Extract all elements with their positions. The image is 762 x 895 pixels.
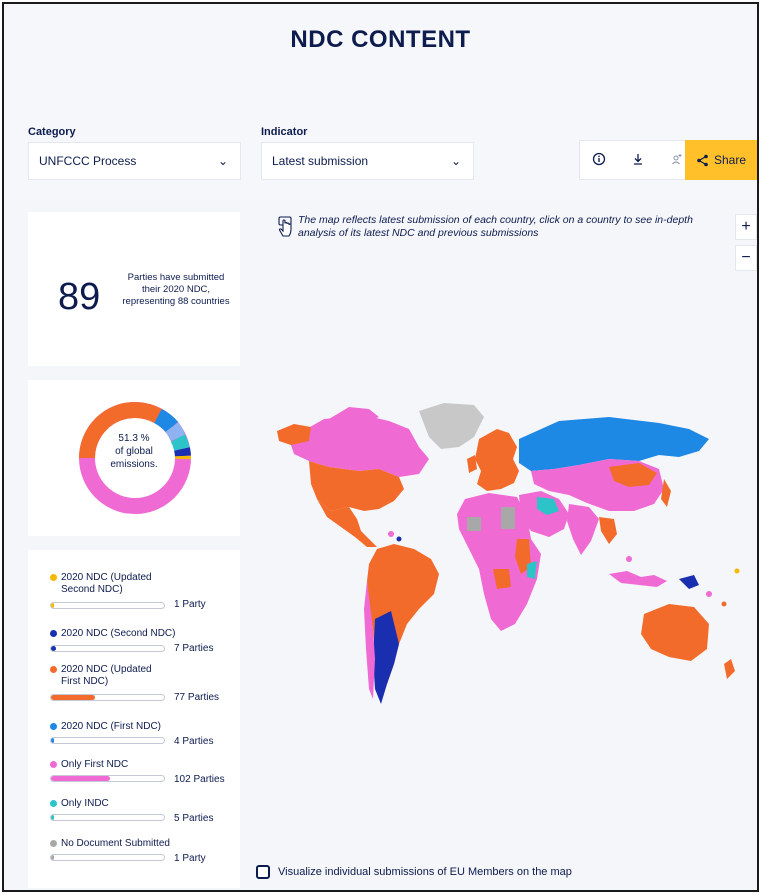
legend-count: 5 Parties (174, 813, 214, 824)
map-country-algeria[interactable] (467, 517, 481, 531)
legend-fill (51, 646, 56, 651)
indicator-value: Latest submission (272, 154, 369, 168)
legend-bar (50, 854, 165, 861)
map-country-europe[interactable] (475, 429, 519, 491)
category-label: Category (28, 126, 76, 138)
legend-item[interactable]: Only First NDC 102 Parties (50, 759, 240, 789)
map-country-caribbean-2[interactable] (396, 536, 402, 542)
map-country-pacific-island-2[interactable] (721, 601, 727, 607)
category-value: UNFCCC Process (39, 154, 137, 168)
toolbar (579, 140, 697, 180)
legend-count: 1 Party (174, 599, 206, 610)
legend-item[interactable]: Only INDC 5 Parties (50, 798, 240, 828)
share-label: Share (713, 153, 747, 167)
submission-count: 89 (58, 276, 101, 318)
legend-name: 2020 NDC (Updated First NDC) (61, 664, 152, 687)
zoom-out-button[interactable]: − (735, 245, 757, 271)
zoom-in-button[interactable]: + (735, 214, 757, 240)
legend-fill (51, 855, 55, 860)
legend-item[interactable]: 2020 NDC (Updated Second NDC) 1 Party (50, 572, 240, 628)
legend-fill (51, 603, 55, 608)
legend-dot (50, 723, 57, 730)
indicator-label: Indicator (261, 126, 308, 138)
legend-dot (50, 666, 57, 673)
legend-name: 2020 NDC (Updated Second NDC) (61, 572, 152, 595)
map-country-png[interactable] (679, 575, 699, 589)
map-country-libya[interactable] (501, 507, 515, 529)
eu-checkbox[interactable] (256, 865, 270, 879)
donut-line-2: of global (115, 446, 153, 457)
legend-count: 4 Parties (174, 736, 214, 747)
summary-text: Parties have submitted their 2020 NDC, r… (122, 272, 230, 307)
map-country-new-zealand[interactable] (724, 659, 735, 679)
legend-item[interactable]: 2020 NDC (First NDC) 4 Parties (50, 721, 240, 751)
legend-item[interactable]: 2020 NDC (Updated First NDC) 77 Parties (50, 664, 240, 710)
legend-name: Only INDC (61, 798, 109, 809)
map-country-indonesia[interactable] (609, 571, 667, 587)
legend-dot (50, 800, 57, 807)
map-country-southeast-asia[interactable] (599, 517, 617, 544)
share-icon (697, 154, 708, 166)
legend-bar (50, 645, 165, 652)
map-country-greenland[interactable] (419, 403, 484, 449)
legend-count: 77 Parties (174, 692, 220, 703)
add-user-icon[interactable] (670, 152, 684, 169)
legend-bar (50, 737, 165, 744)
donut-segment-first (153, 408, 179, 433)
page-title: NDC CONTENT (290, 26, 471, 53)
legend-fill (51, 776, 110, 781)
legend-dot (50, 840, 57, 847)
map-country-india[interactable] (567, 504, 599, 555)
download-icon[interactable] (631, 152, 645, 169)
eu-toggle-label: Visualize individual submissions of EU M… (278, 866, 572, 878)
emissions-card: 51.3 % of global emissions. (28, 380, 240, 536)
map-hint-text: The map reflects latest submission of ea… (298, 214, 693, 239)
legend-name: No Document Submitted (61, 838, 170, 849)
legend-card: 2020 NDC (Updated Second NDC) 1 Party 20… (28, 550, 240, 888)
map-country-philippines[interactable] (626, 556, 632, 562)
map-hint: The map reflects latest submission of ea… (276, 214, 696, 240)
donut-segment-updated-first-2 (134, 402, 162, 424)
indicator-select[interactable]: Latest submission ⌄ (261, 142, 474, 180)
map-country-pacific-island[interactable] (706, 591, 712, 597)
legend-count: 102 Parties (174, 774, 225, 785)
share-button[interactable]: Share (685, 140, 757, 180)
legend-bar (50, 814, 165, 821)
legend-bar (50, 602, 165, 609)
category-select[interactable]: UNFCCC Process ⌄ (28, 142, 241, 180)
legend-item[interactable]: No Document Submitted 1 Party (50, 838, 240, 868)
legend-item[interactable]: 2020 NDC (Second NDC) 7 Parties (50, 628, 240, 658)
legend-dot (50, 761, 57, 768)
info-icon[interactable] (592, 152, 606, 169)
legend-fill (51, 815, 55, 820)
legend-bar (50, 694, 165, 701)
legend-count: 1 Party (174, 853, 206, 864)
world-map[interactable] (269, 399, 749, 729)
donut-percent: 51.3 % (118, 433, 150, 444)
eu-members-toggle[interactable]: Visualize individual submissions of EU M… (256, 865, 572, 879)
hand-pointer-icon (278, 216, 292, 237)
legend-dot (50, 574, 57, 581)
chevron-down-icon: ⌄ (450, 154, 461, 168)
legend-name: 2020 NDC (Second NDC) (61, 628, 176, 639)
legend-name: 2020 NDC (First NDC) (61, 721, 162, 732)
donut-line-3: emissions. (110, 459, 158, 470)
chevron-down-icon: ⌄ (217, 154, 228, 168)
legend-fill (51, 738, 55, 743)
map-country-pacific-island-3[interactable] (734, 568, 740, 574)
map-country-australia[interactable] (641, 604, 709, 661)
summary-card: 89 Parties have submitted their 2020 NDC… (28, 212, 240, 366)
legend-dot (50, 630, 57, 637)
app-frame: NDC CONTENT Category UNFCCC Process ⌄ In… (2, 2, 759, 892)
legend-fill (51, 695, 96, 700)
map-country-caribbean[interactable] (388, 531, 394, 537)
legend-name: Only First NDC (61, 759, 129, 770)
legend-count: 7 Parties (174, 643, 214, 654)
legend-bar (50, 775, 165, 782)
donut-label: 51.3 % of global emissions. (28, 432, 240, 471)
